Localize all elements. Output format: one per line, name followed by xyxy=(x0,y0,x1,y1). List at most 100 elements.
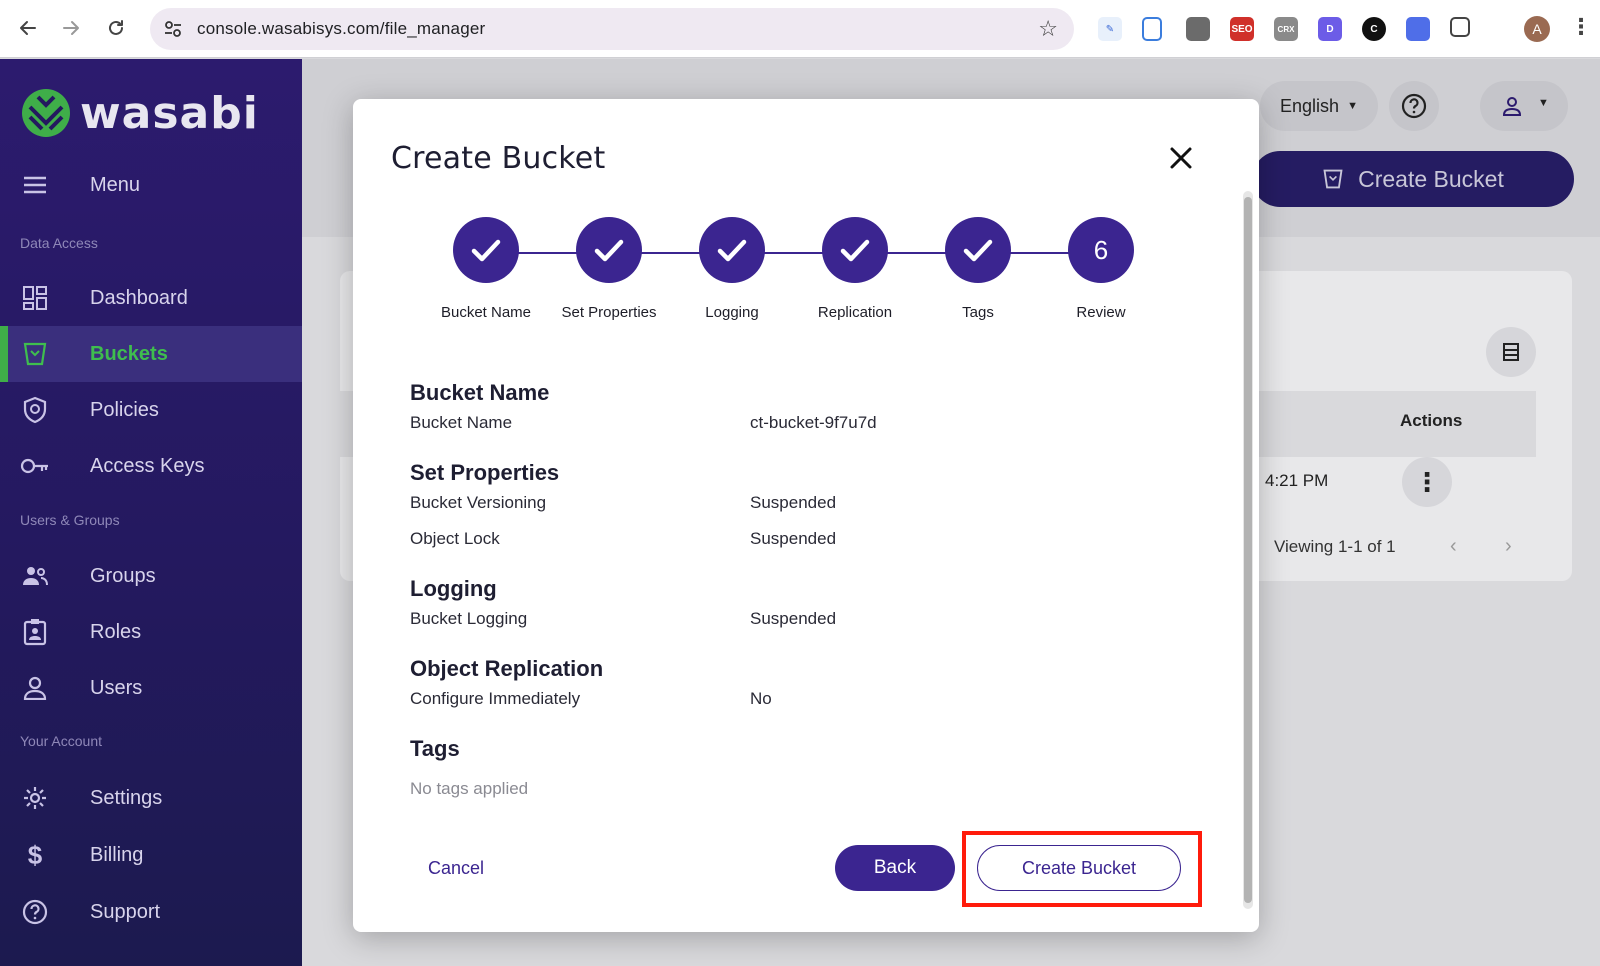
section-heading: Tags xyxy=(410,736,460,761)
step-label-replication: Replication xyxy=(817,304,893,321)
sidebar-item-groups[interactable]: Groups xyxy=(0,548,302,604)
sidebar-item-billing[interactable]: $ Billing xyxy=(0,827,302,883)
field-value: ct-bucket-9f7u7d xyxy=(750,413,877,432)
sidebar-item-support[interactable]: Support xyxy=(0,884,302,940)
field-label: Bucket Logging xyxy=(410,609,528,628)
field-value: Suspended xyxy=(750,529,837,548)
step-5-circle xyxy=(945,217,1011,283)
cancel-button[interactable]: Cancel xyxy=(428,858,484,879)
sidebar-item-label: Settings xyxy=(90,786,163,809)
brand-name: wasabi xyxy=(80,87,259,139)
menu-label: Menu xyxy=(90,173,141,196)
language-select[interactable]: English ▼ xyxy=(1260,81,1378,131)
sidebar-item-dashboard[interactable]: Dashboard xyxy=(0,270,302,326)
pagination-status: Viewing 1-1 of 1 xyxy=(1274,537,1396,556)
check-icon xyxy=(840,239,870,262)
sidebar: wasabi Menu Data Access Dashboard Bucket… xyxy=(0,59,302,966)
section-your-account: Your Account xyxy=(20,733,102,749)
forward-arrow-icon[interactable] xyxy=(57,14,85,42)
dollar-icon: $ xyxy=(27,839,43,870)
site-settings-icon[interactable] xyxy=(162,18,184,40)
help-icon xyxy=(20,897,50,927)
browser-menu-icon[interactable]: ⋮ xyxy=(1570,14,1592,40)
dialog-scrollbar[interactable] xyxy=(1243,191,1253,909)
seo-extension-icon[interactable]: SEO xyxy=(1230,17,1254,41)
field-value: Suspended xyxy=(750,493,837,512)
row-actions-button[interactable]: ⋮ xyxy=(1402,457,1452,507)
sidebar-item-users[interactable]: Users xyxy=(0,660,302,716)
step-2-circle xyxy=(576,217,642,283)
section-data-access: Data Access xyxy=(20,235,98,251)
help-button[interactable] xyxy=(1389,81,1439,131)
prev-page-icon[interactable]: ‹ xyxy=(1450,535,1457,558)
crx-extension-icon[interactable]: CRX xyxy=(1274,17,1298,41)
step-label-set-properties: Set Properties xyxy=(561,304,657,321)
browser-toolbar: console.wasabisys.com/file_manager ☆ ✎ S… xyxy=(0,0,1600,58)
gear-icon xyxy=(20,783,50,813)
close-icon[interactable] xyxy=(1166,143,1196,173)
sidebar-item-label: Buckets xyxy=(90,342,168,365)
field-label: Bucket Versioning xyxy=(410,493,547,512)
field-label: Object Lock xyxy=(410,529,500,548)
shield-icon xyxy=(20,395,50,425)
header-create-bucket-label: Create Bucket xyxy=(1358,165,1504,192)
dashboard-icon xyxy=(20,283,50,313)
hamburger-icon xyxy=(20,170,50,200)
check-icon xyxy=(963,239,993,262)
check-icon xyxy=(717,239,747,262)
key-icon xyxy=(20,451,50,481)
phone-extension-icon[interactable] xyxy=(1142,17,1162,41)
pen-extension-icon[interactable]: ✎ xyxy=(1098,17,1122,41)
sidebar-item-policies[interactable]: Policies xyxy=(0,382,302,438)
user-icon xyxy=(20,673,50,703)
bookmark-star-icon[interactable]: ☆ xyxy=(1038,16,1058,42)
highlight-annotation xyxy=(962,831,1202,907)
table-cell-time: 4:21 PM xyxy=(1265,471,1329,490)
menu-toggle[interactable]: Menu xyxy=(0,157,302,213)
reload-icon[interactable] xyxy=(102,14,130,42)
field-label: Bucket Name xyxy=(410,413,513,432)
step-3-circle xyxy=(699,217,765,283)
blue-puzzle-extension-icon[interactable] xyxy=(1406,17,1430,41)
back-arrow-icon[interactable] xyxy=(14,14,42,42)
step-label-bucket-name: Bucket Name xyxy=(440,304,532,321)
sidebar-item-label: Support xyxy=(90,900,161,923)
wasabi-logo[interactable]: wasabi xyxy=(20,87,259,139)
check-icon xyxy=(594,239,624,262)
back-button[interactable]: Back xyxy=(835,845,955,891)
address-bar[interactable]: console.wasabisys.com/file_manager ☆ xyxy=(150,8,1074,50)
sidebar-item-label: Groups xyxy=(90,564,156,587)
field-value: Suspended xyxy=(750,609,837,628)
profile-avatar[interactable]: A xyxy=(1524,16,1550,42)
account-menu[interactable]: ▼ xyxy=(1480,81,1568,131)
bucket-icon xyxy=(1323,169,1343,189)
d-extension-icon[interactable]: D xyxy=(1318,17,1342,41)
sidebar-item-settings[interactable]: Settings xyxy=(0,770,302,826)
help-icon xyxy=(1401,93,1427,119)
wasabi-logo-icon xyxy=(22,89,70,137)
step-1-circle xyxy=(453,217,519,283)
user-icon xyxy=(1502,97,1522,116)
puzzle-box-extension-icon[interactable] xyxy=(1186,17,1210,41)
section-heading: Bucket Name xyxy=(410,380,550,405)
url-text[interactable]: console.wasabisys.com/file_manager xyxy=(197,19,485,39)
header-create-bucket-button[interactable]: Create Bucket xyxy=(1252,151,1574,207)
next-page-icon[interactable]: › xyxy=(1505,535,1512,558)
sidebar-item-buckets[interactable]: Buckets xyxy=(0,326,302,382)
column-toggle-button[interactable] xyxy=(1486,327,1536,377)
section-users-groups: Users & Groups xyxy=(20,512,120,528)
step-label-tags: Tags xyxy=(962,304,994,321)
sidebar-item-label: Access Keys xyxy=(90,454,205,477)
sidebar-item-roles[interactable]: Roles xyxy=(0,604,302,660)
section-heading: Set Properties xyxy=(410,460,560,485)
field-value: No xyxy=(750,689,772,708)
step-6-circle: 6 xyxy=(1068,217,1134,283)
section-heading: Object Replication xyxy=(410,656,604,681)
step-number: 6 xyxy=(1093,234,1109,265)
step-4-circle xyxy=(822,217,888,283)
c-extension-icon[interactable]: C xyxy=(1362,17,1386,41)
sidebar-item-access-keys[interactable]: Access Keys xyxy=(0,438,302,494)
bucket-icon xyxy=(20,339,50,369)
extensions-menu-icon[interactable] xyxy=(1450,17,1470,37)
sidebar-item-label: Policies xyxy=(90,398,159,421)
